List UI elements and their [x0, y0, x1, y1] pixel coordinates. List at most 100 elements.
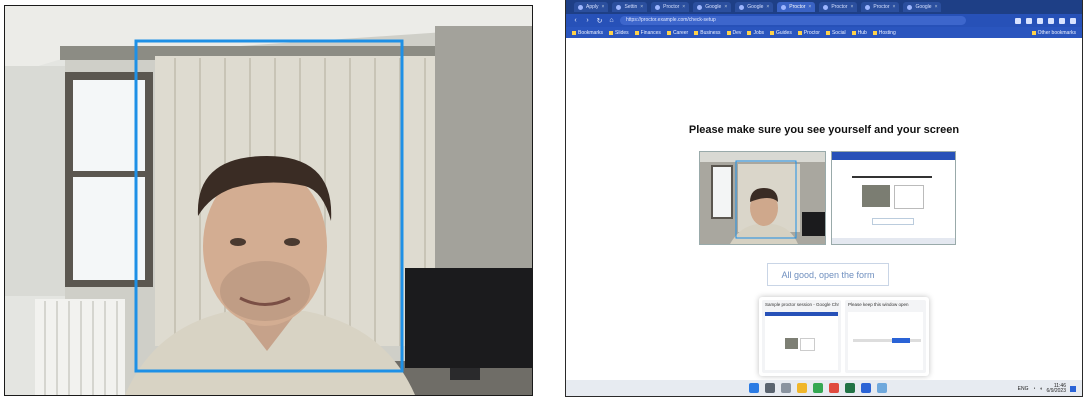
folder-icon [694, 30, 699, 35]
thumbnail-heading [852, 176, 932, 178]
thumbnail-screen [894, 185, 924, 209]
bookmark-item[interactable]: Career [666, 30, 688, 36]
close-tab-icon[interactable]: × [640, 4, 643, 10]
profile-icon[interactable] [1070, 17, 1076, 24]
folder-icon [770, 30, 774, 35]
address-bar: ‹ › ↻ ⌂ https://proctor.example.com/chec… [566, 14, 1082, 27]
volume-icon[interactable]: ◖ [1040, 386, 1043, 392]
bookmark-item[interactable]: Jobs [747, 30, 764, 36]
webcam-preview [4, 5, 533, 396]
window-preview-thumbnail [765, 312, 838, 370]
url-input[interactable]: https://proctor.example.com/check-setup [620, 16, 966, 25]
browser-tab[interactable]: Google × [693, 2, 732, 12]
word-icon[interactable] [861, 383, 871, 393]
thumbnail-button [872, 218, 914, 225]
settings-icon[interactable] [877, 383, 887, 393]
browser-tabbar: Apply × Settin × Proctor × Google × Google × … [566, 0, 1082, 14]
favicon-icon [655, 4, 661, 10]
folder-icon [572, 30, 576, 35]
window-preview-thumbnail [848, 312, 923, 370]
window-preview-card[interactable]: Sample proctor session - Google Chrome [762, 300, 841, 373]
favicon-icon [578, 4, 583, 10]
folder-icon [747, 30, 752, 35]
browser-tab[interactable]: Proctor × [861, 2, 900, 12]
excel-icon[interactable] [845, 383, 855, 393]
bookmark-item[interactable]: Proctor [797, 30, 820, 36]
notification-icon[interactable] [1070, 386, 1076, 392]
folder-icon [851, 30, 856, 35]
browser-tab-active[interactable]: Proctor × [777, 2, 816, 12]
tray-language[interactable]: ENG [1018, 386, 1029, 392]
browser-tab[interactable]: Proctor × [651, 2, 690, 12]
bookmark-item[interactable]: Bookmarks [572, 30, 603, 36]
clock[interactable]: 11:46 6/9/2023 [1047, 384, 1066, 394]
browser-tab[interactable]: Settin × [612, 2, 648, 12]
other-bookmarks[interactable]: Other bookmarks [1031, 30, 1076, 36]
file-explorer-icon[interactable] [797, 383, 807, 393]
favicon-icon [739, 4, 745, 10]
favicon-icon [616, 4, 622, 10]
os-taskbar: ENG ◔ ◖ 11:46 6/9/2023 [566, 380, 1082, 396]
star-icon[interactable] [1026, 17, 1032, 24]
task-view-icon[interactable] [781, 383, 791, 393]
open-form-button[interactable]: All good, open the form [767, 263, 889, 286]
bookmark-item[interactable]: Finances [634, 30, 661, 36]
system-tray: ENG ◔ ◖ 11:46 6/9/2023 [1018, 384, 1076, 394]
close-tab-icon[interactable]: × [850, 4, 853, 10]
download-icon[interactable] [1059, 17, 1065, 24]
folder-icon [634, 30, 639, 35]
close-tab-icon[interactable]: × [602, 4, 605, 10]
close-tab-icon[interactable]: × [766, 4, 769, 10]
webcam-thumbnail-image [700, 152, 825, 244]
browser-tab[interactable]: Proctor × [819, 2, 858, 12]
page-heading: Please make sure you see yourself and yo… [688, 124, 960, 136]
webcam-thumbnail [699, 151, 826, 245]
search-icon[interactable] [765, 383, 775, 393]
close-tab-icon[interactable]: × [682, 4, 685, 10]
thumbnail-taskbar [832, 238, 955, 244]
reload-icon[interactable]: ↻ [596, 17, 603, 25]
back-icon[interactable]: ‹ [572, 17, 579, 24]
folder-icon [797, 30, 802, 35]
browser-tab[interactable]: Google × [735, 2, 774, 12]
bookmark-item[interactable]: Guides [770, 30, 792, 36]
thumbnail-webcam [862, 185, 890, 207]
browser-tab[interactable]: Apply × [574, 2, 609, 12]
favicon-icon [865, 4, 871, 10]
bookmark-item[interactable]: Hub [851, 30, 867, 36]
bookmark-item[interactable]: Business [694, 30, 721, 36]
folder-icon [825, 30, 830, 35]
close-tab-icon[interactable]: × [724, 4, 727, 10]
thumbnail-tabbar [832, 152, 955, 160]
start-icon[interactable] [749, 383, 759, 393]
favicon-icon [697, 4, 703, 10]
forward-icon[interactable]: › [584, 17, 591, 24]
folder-icon [1031, 30, 1036, 35]
share-icon[interactable] [1015, 17, 1021, 24]
browser-tab[interactable]: Google × [903, 2, 942, 12]
favicon-icon [907, 4, 913, 10]
window-preview-card[interactable]: Please keep this window open [845, 300, 926, 373]
close-tab-icon[interactable]: × [893, 4, 896, 10]
folder-icon [872, 30, 877, 35]
app-icon[interactable] [829, 383, 839, 393]
bookmark-item[interactable]: Slides [609, 30, 629, 36]
folder-icon [726, 30, 731, 35]
favicon-icon [823, 4, 829, 10]
bookmark-item[interactable]: Dev [726, 30, 741, 36]
sidebar-icon[interactable] [1048, 17, 1054, 24]
webcam-image [5, 6, 532, 395]
bookmark-item[interactable]: Hosting [872, 30, 896, 36]
folder-icon [609, 30, 614, 35]
close-tab-icon[interactable]: × [935, 4, 938, 10]
close-tab-icon[interactable]: × [808, 4, 811, 10]
folder-icon [666, 30, 671, 35]
taskbar-preview-popup: Sample proctor session - Google Chrome P… [759, 297, 929, 376]
chrome-icon[interactable] [813, 383, 823, 393]
extensions-icon[interactable] [1037, 17, 1043, 24]
screen-preview: Apply × Settin × Proctor × Google × Google × … [565, 0, 1083, 397]
favicon-icon [781, 4, 787, 10]
wifi-icon[interactable]: ◔ [1032, 386, 1035, 392]
home-icon[interactable]: ⌂ [608, 17, 615, 24]
bookmark-item[interactable]: Social [825, 30, 846, 36]
